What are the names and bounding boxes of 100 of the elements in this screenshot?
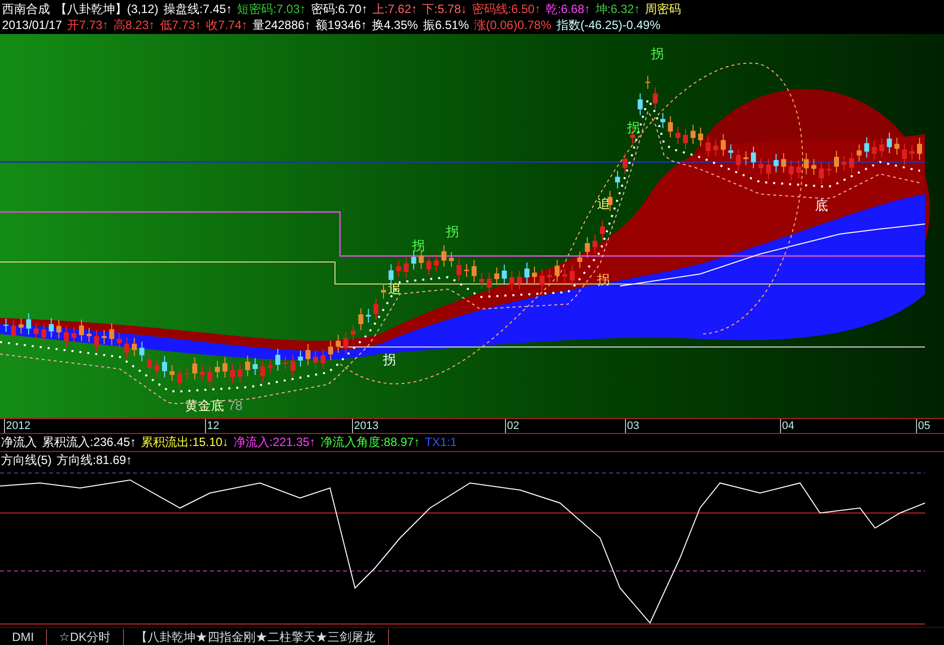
quote-value: 方向线:81.69↑ (56, 452, 132, 468)
candlestick (615, 170, 620, 189)
quote-value: 净流入:221.35↑ (233, 434, 316, 450)
candlestick (811, 158, 816, 176)
candlestick (736, 148, 741, 172)
candlestick (11, 319, 16, 342)
quote-value: 累积流出:15.10↓ (141, 434, 228, 450)
candlestick (132, 337, 137, 357)
indicator-tab[interactable]: ☆DK分时 (47, 629, 124, 645)
signal-label: 底 (815, 198, 828, 213)
candlestick (675, 126, 680, 145)
axis-label: 2013 (352, 419, 378, 433)
candlestick (4, 318, 8, 332)
candlestick (804, 152, 809, 175)
candlestick (645, 75, 650, 90)
candlestick (200, 365, 205, 382)
quote-value: 换4.35% (372, 17, 418, 33)
candlestick (86, 327, 92, 343)
candlestick (638, 92, 643, 116)
candlestick (464, 263, 470, 278)
quote-value: 坤:6.32↑ (595, 1, 640, 17)
candlestick (796, 160, 802, 180)
candlestick (184, 366, 190, 381)
candlestick (540, 269, 545, 292)
candlestick (872, 140, 877, 160)
quote-value: 周密码 (644, 1, 681, 17)
candlestick (584, 236, 590, 258)
quote-value: TX1:1 (424, 434, 457, 450)
candlestick (124, 337, 130, 360)
candlestick (592, 234, 598, 254)
candlestick (683, 128, 688, 150)
candlestick (668, 116, 673, 138)
candlestick (245, 355, 250, 377)
candlestick (26, 312, 32, 336)
axis-label: 05 (916, 419, 930, 433)
candlestick (894, 137, 900, 156)
candlestick (238, 363, 243, 383)
candlestick (917, 137, 922, 160)
candlestick (600, 220, 605, 241)
candlestick (139, 341, 144, 362)
candlestick (328, 340, 334, 361)
candlestick (486, 272, 492, 294)
candlestick (313, 350, 318, 370)
candlestick (494, 266, 500, 286)
quote-value: 收7.74↑ (206, 17, 248, 33)
quote-value: 西南合成 (2, 1, 50, 17)
candlestick (48, 318, 54, 338)
indicator-tab[interactable]: DMI (0, 629, 47, 645)
quote-value: 下:5.78↓ (422, 1, 467, 17)
quote-value: 指数(-46.25)-0.49% (556, 17, 660, 33)
candlestick (532, 266, 537, 284)
candlestick (18, 318, 24, 334)
candlestick (509, 270, 514, 292)
candlestick (698, 127, 704, 147)
candlestick (358, 308, 364, 331)
candlestick (320, 348, 326, 370)
quote-value: 【八卦乾坤】(3,12) (55, 1, 158, 17)
quote-value: 高8.23↑ (113, 17, 155, 33)
quote-value: 开7.73↑ (67, 17, 108, 33)
candlestick (411, 250, 416, 270)
candlestick (336, 334, 341, 354)
candlestick (524, 262, 530, 284)
candlestick (750, 146, 756, 169)
candlestick (192, 357, 198, 380)
candlestick (426, 254, 432, 276)
quote-value: 密码:6.70↑ (310, 1, 368, 17)
candlestick (102, 330, 107, 345)
candlestick (71, 326, 76, 344)
candlestick (441, 244, 446, 268)
candlestick (373, 298, 378, 321)
quote-value: 短密码:7.03↑ (237, 1, 306, 17)
candlestick (570, 264, 575, 288)
candlestick (788, 160, 794, 181)
candlestick (252, 358, 258, 376)
candlestick (834, 150, 839, 174)
candlestick (366, 308, 371, 324)
candlestick (758, 158, 764, 175)
candlestick (177, 366, 182, 390)
candlestick (502, 264, 507, 286)
candlestick (116, 332, 122, 350)
candlestick (298, 350, 303, 368)
candlestick (434, 254, 439, 272)
candlestick (774, 153, 779, 173)
indicator-tab[interactable]: 【八卦乾坤★四指金刚★二柱擎天★三剑屠龙 (124, 629, 389, 645)
candlestick (842, 155, 847, 172)
candlestick (652, 86, 658, 110)
candlestick (856, 144, 862, 162)
candlestick (902, 142, 907, 166)
signal-label: 拐 (651, 46, 664, 61)
quote-value: 净流入角度:88.97↑ (320, 434, 420, 450)
candlestick (154, 358, 160, 378)
candlestick (608, 190, 612, 212)
candlestick (381, 283, 386, 299)
signal-label: 黄金底 (185, 398, 224, 413)
candlestick (41, 322, 46, 344)
candlestick (350, 324, 356, 342)
candlestick (207, 365, 212, 388)
candlestick (56, 319, 62, 339)
candlestick (886, 132, 892, 154)
quote-value: 净流入 (1, 434, 37, 450)
